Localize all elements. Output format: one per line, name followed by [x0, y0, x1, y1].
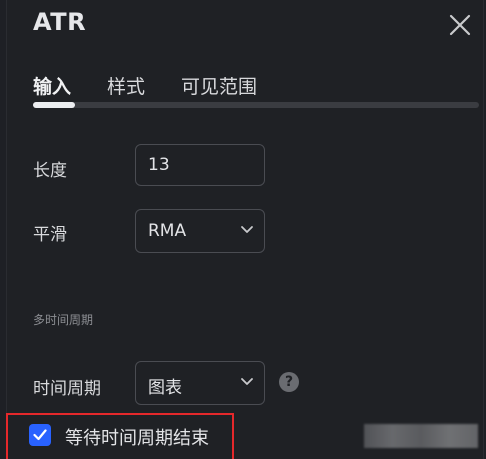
multi-timeframe-section-title: 多时间周期: [33, 313, 94, 327]
tab-visibility[interactable]: 可见范围: [181, 72, 257, 99]
tab-style[interactable]: 样式: [107, 72, 145, 99]
length-input[interactable]: [135, 144, 265, 186]
smoothing-select[interactable]: RMA: [135, 209, 265, 253]
blurred-watermark: [364, 424, 478, 448]
timeframe-label: 时间周期: [33, 379, 101, 399]
close-button[interactable]: [447, 12, 473, 38]
chevron-down-icon: [241, 378, 253, 385]
red-highlight-box: [6, 413, 234, 459]
indicator-settings-dialog: ATR 输入 样式 可见范围 长度 平滑 RMA 多时间周期 时间周期: [6, 0, 484, 459]
dialog-title: ATR: [33, 8, 87, 36]
timeframe-value: 图表: [148, 378, 182, 398]
timeframe-select[interactable]: 图表: [135, 361, 265, 405]
length-label: 长度: [33, 161, 67, 181]
smoothing-value: RMA: [148, 221, 187, 241]
smoothing-label: 平滑: [33, 225, 67, 245]
close-icon: [449, 14, 471, 36]
active-tab-indicator: [33, 102, 75, 108]
question-icon[interactable]: ?: [279, 372, 299, 392]
screenshot-canvas: ATR 输入 样式 可见范围 长度 平滑 RMA 多时间周期 时间周期: [0, 0, 486, 459]
tab-inputs[interactable]: 输入: [33, 72, 71, 99]
tab-track: [33, 102, 479, 108]
chevron-down-icon: [241, 226, 253, 233]
